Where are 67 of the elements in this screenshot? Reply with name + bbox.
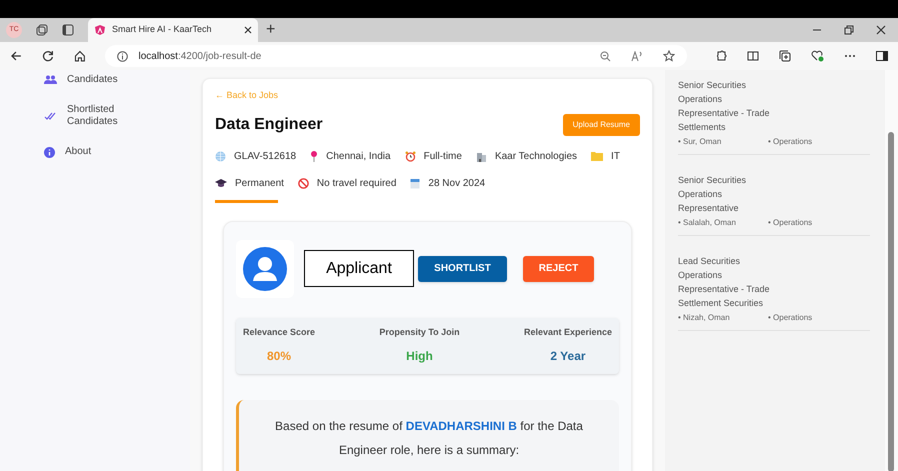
job-detail: IT	[611, 150, 620, 164]
sidebar-icon[interactable]	[876, 51, 888, 61]
calendar-icon	[410, 178, 420, 188]
split-screen-icon[interactable]	[747, 50, 760, 62]
scrollbar[interactable]	[885, 70, 898, 471]
tab-title: Smart Hire AI - KaarTech	[112, 23, 213, 36]
metric-label: Relevant Experience	[524, 326, 612, 339]
metric-value: 80%	[267, 348, 292, 365]
job-listing-title[interactable]: Senior Securities Operations Representative - Trade Settlements	[678, 78, 778, 134]
applicant-name: Applicant	[304, 250, 414, 287]
close-icon[interactable]	[244, 26, 252, 34]
refresh-icon[interactable]	[42, 50, 54, 62]
restore-icon[interactable]	[844, 25, 854, 35]
job-location: • Sur, Oman	[678, 136, 722, 148]
url-text: localhost:4200/job-result-de	[138, 50, 262, 64]
home-icon[interactable]	[74, 50, 86, 62]
read-aloud-icon[interactable]	[631, 50, 644, 62]
address-bar[interactable]: localhost:4200/job-result-de	[105, 45, 688, 67]
job-detail: No travel required	[316, 176, 396, 190]
graduation-cap-icon	[215, 178, 227, 188]
zoom-out-icon[interactable]	[600, 50, 612, 62]
job-title: Data Engineer	[215, 114, 323, 134]
back-icon[interactable]	[10, 50, 22, 62]
people-icon	[44, 75, 57, 85]
job-category: • Operations	[768, 217, 812, 229]
avatar-icon	[243, 246, 287, 290]
collections-icon[interactable]	[779, 50, 792, 62]
job-location: • Nizah, Oman	[678, 312, 731, 324]
prohibited-icon	[298, 178, 309, 188]
health-icon[interactable]	[811, 50, 824, 62]
sidebar-item[interactable]: About	[65, 146, 135, 158]
info-icon	[117, 50, 128, 62]
job-category: • Operations	[768, 136, 812, 148]
info-icon	[44, 146, 55, 158]
globe-icon	[215, 150, 226, 162]
extensions-icon[interactable]	[715, 50, 728, 62]
job-listing-title[interactable]: Senior Securities Operations Representative	[678, 173, 778, 215]
browser-tab[interactable]: Smart Hire AI - KaarTech	[88, 18, 258, 42]
shortlist-button[interactable]: SHORTLIST	[418, 256, 507, 282]
metric-label: Relevance Score	[243, 326, 316, 338]
job-detail: Kaar Technologies	[494, 150, 578, 164]
job-detail: Permanent	[235, 176, 284, 190]
job-listing-title[interactable]: Lead Securities Operations Representative - Trade Settlement Securities	[678, 254, 778, 310]
new-tab-button[interactable]: +	[266, 18, 276, 42]
job-detail: GLAV-512618	[234, 150, 296, 164]
close-icon[interactable]	[876, 25, 886, 35]
job-category: • Operations	[768, 312, 812, 324]
double-check-icon	[44, 112, 57, 120]
metric-label: Propensity To Join	[379, 326, 460, 339]
sidebar-item[interactable]: Shortlisted Candidates	[67, 104, 137, 128]
tab-actions-icon[interactable]	[62, 24, 74, 36]
metric-value: 2 Year	[550, 348, 586, 365]
job-detail: Full-time	[424, 150, 462, 164]
alarm-clock-icon	[404, 150, 416, 162]
metric-value: High	[406, 348, 433, 365]
pin-icon	[310, 150, 318, 162]
summary-text: Based on the resume of DEVADHARSHINI B for the Data Engineer role, here is a summary:	[274, 418, 584, 458]
more-icon[interactable]	[844, 54, 856, 58]
job-detail: 28 Nov 2024	[428, 176, 486, 190]
sidebar-item[interactable]: Candidates	[67, 74, 137, 86]
job-location: • Salalah, Oman	[678, 217, 737, 229]
building-icon	[476, 150, 487, 162]
folder-icon	[591, 151, 604, 161]
workspaces-icon[interactable]	[36, 24, 48, 36]
star-icon[interactable]	[663, 50, 676, 62]
app-logo-icon	[94, 24, 106, 36]
job-detail: Chennai, India	[326, 150, 391, 164]
